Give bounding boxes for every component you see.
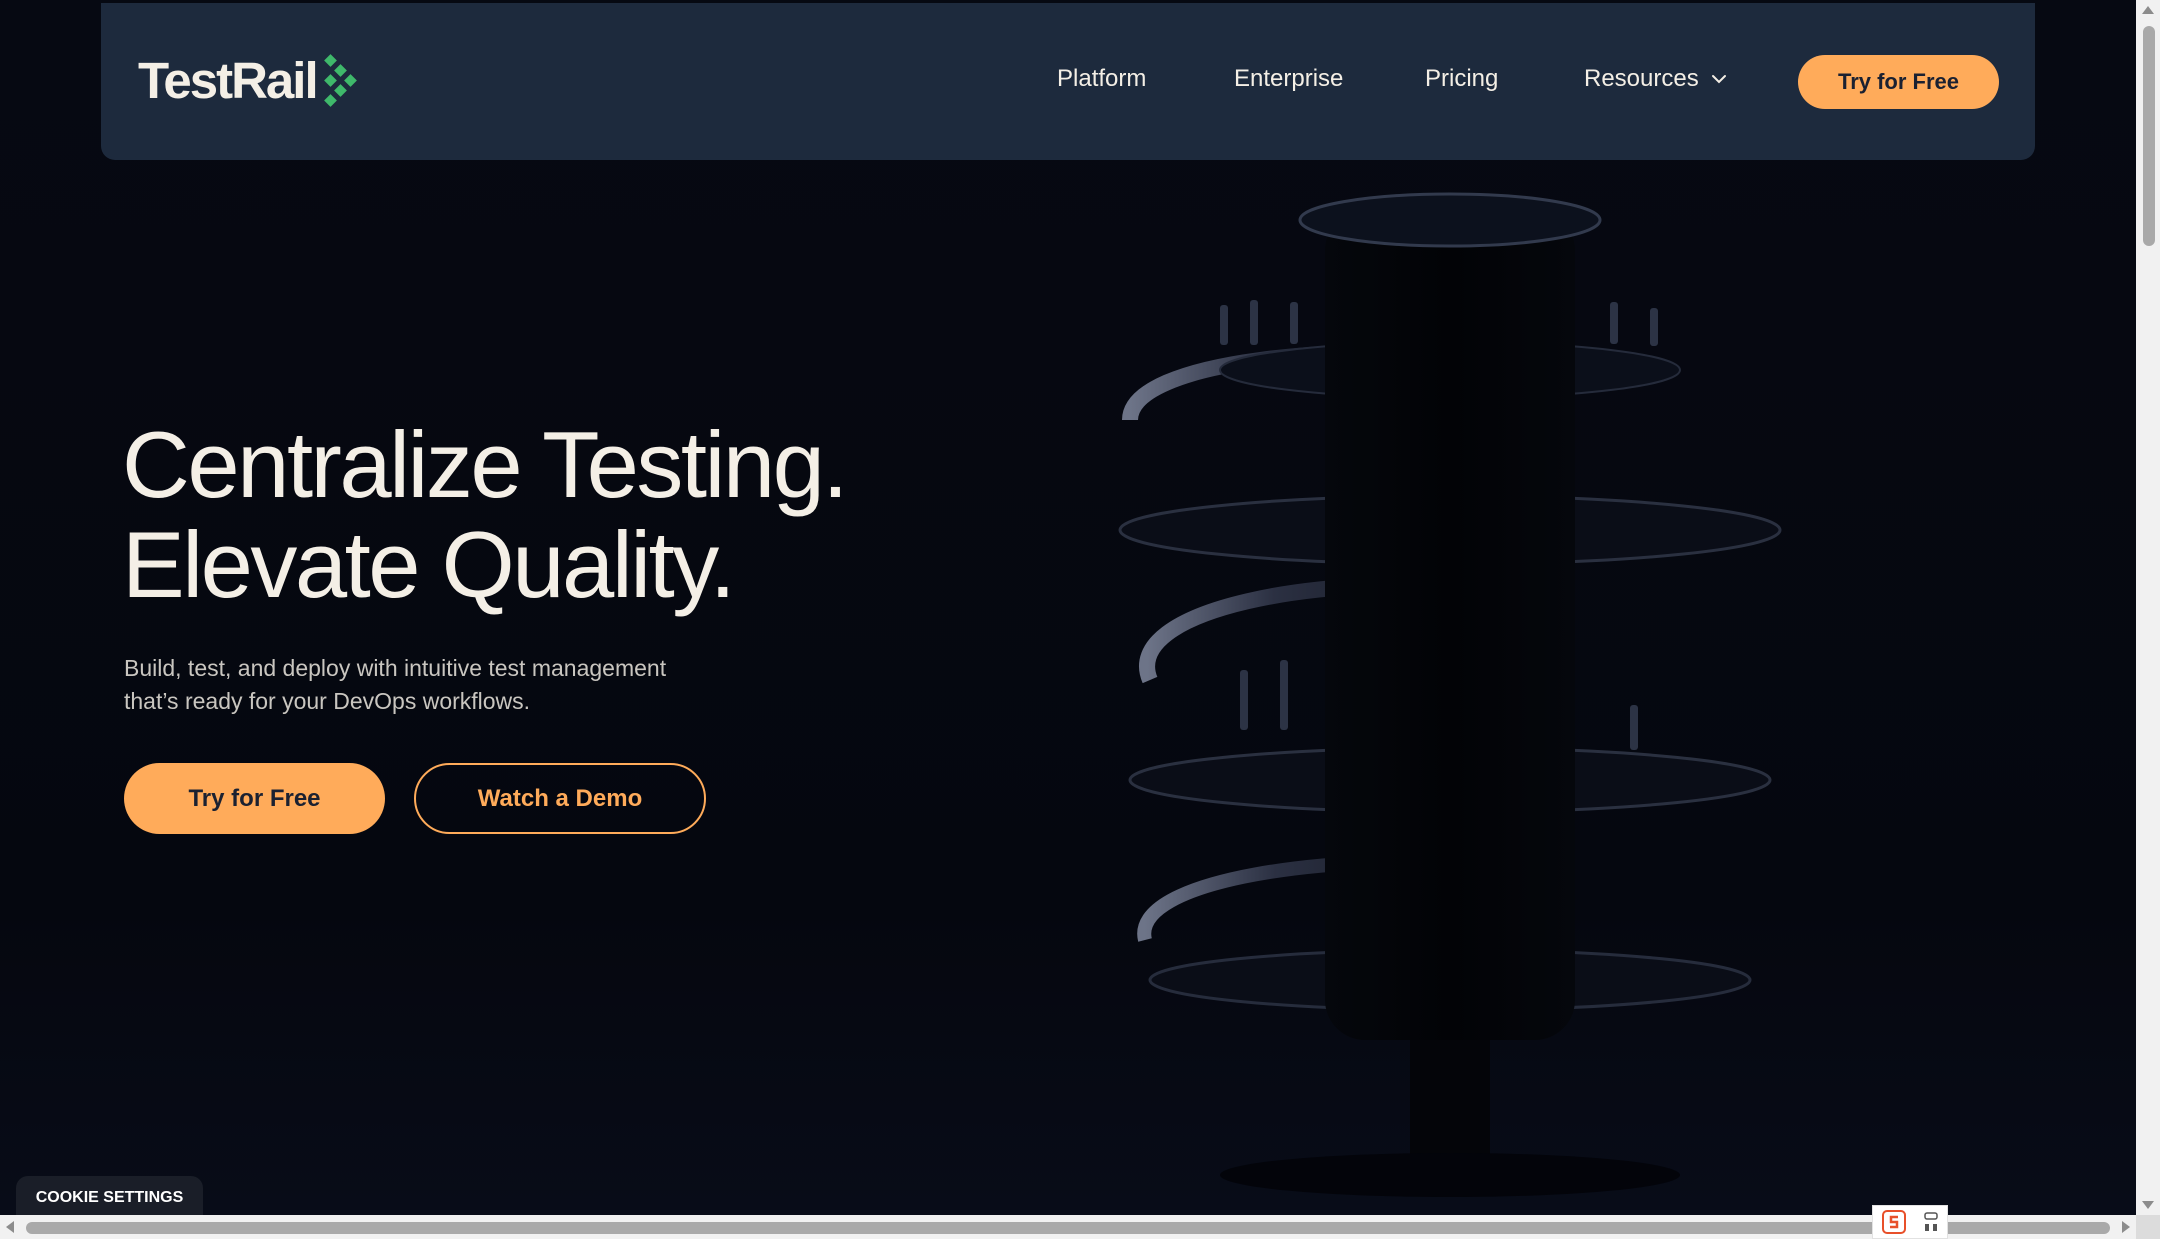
watch-demo-button[interactable]: Watch a Demo <box>414 763 706 834</box>
cookie-settings-button[interactable]: COOKIE SETTINGS <box>16 1176 203 1215</box>
extension-s-icon[interactable] <box>1881 1209 1907 1235</box>
scroll-right-arrow-icon[interactable] <box>2122 1221 2130 1233</box>
vertical-scroll-thumb[interactable] <box>2143 26 2155 246</box>
extension-icons <box>1872 1205 1948 1239</box>
hero-subtitle: Build, test, and deploy with intuitive t… <box>124 652 764 718</box>
hero-spiral-tower-image <box>1118 192 1782 1197</box>
vertical-scrollbar[interactable] <box>2136 0 2160 1215</box>
scrollbar-corner <box>2136 1215 2160 1239</box>
horizontal-scroll-thumb[interactable] <box>26 1222 2110 1234</box>
hero-title: Centralize Testing. Elevate Quality. <box>122 412 849 617</box>
nav-link-enterprise[interactable]: Enterprise <box>1234 65 1343 93</box>
hero-title-line-1: Centralize Testing. <box>122 412 849 517</box>
top-navigation: TestRail Platform Enterprise Pricing Res… <box>101 3 2035 160</box>
hero-subtitle-line-2: that’s ready for your DevOps workflows. <box>124 688 531 714</box>
nav-link-resources-label: Resources <box>1584 65 1699 92</box>
hero-title-line-2: Elevate Quality. <box>122 512 736 617</box>
scroll-down-arrow-icon[interactable] <box>2142 1201 2154 1209</box>
nav-link-resources[interactable]: Resources <box>1584 65 1727 93</box>
nav-try-for-free-button[interactable]: Try for Free <box>1798 55 1999 109</box>
hero-subtitle-line-1: Build, test, and deploy with intuitive t… <box>124 655 667 681</box>
nav-link-platform[interactable]: Platform <box>1057 65 1146 93</box>
page: TestRail Platform Enterprise Pricing Res… <box>0 0 2136 1215</box>
scroll-up-arrow-icon[interactable] <box>2142 6 2154 14</box>
extension-grid-icon[interactable] <box>1922 1211 1940 1233</box>
nav-link-pricing[interactable]: Pricing <box>1425 65 1498 93</box>
hero-try-for-free-button[interactable]: Try for Free <box>124 763 385 834</box>
nav-links: Platform Enterprise Pricing Resources <box>101 65 2035 105</box>
horizontal-scrollbar[interactable] <box>0 1215 2136 1239</box>
scroll-left-arrow-icon[interactable] <box>6 1221 14 1233</box>
chevron-down-icon <box>1711 75 1726 84</box>
